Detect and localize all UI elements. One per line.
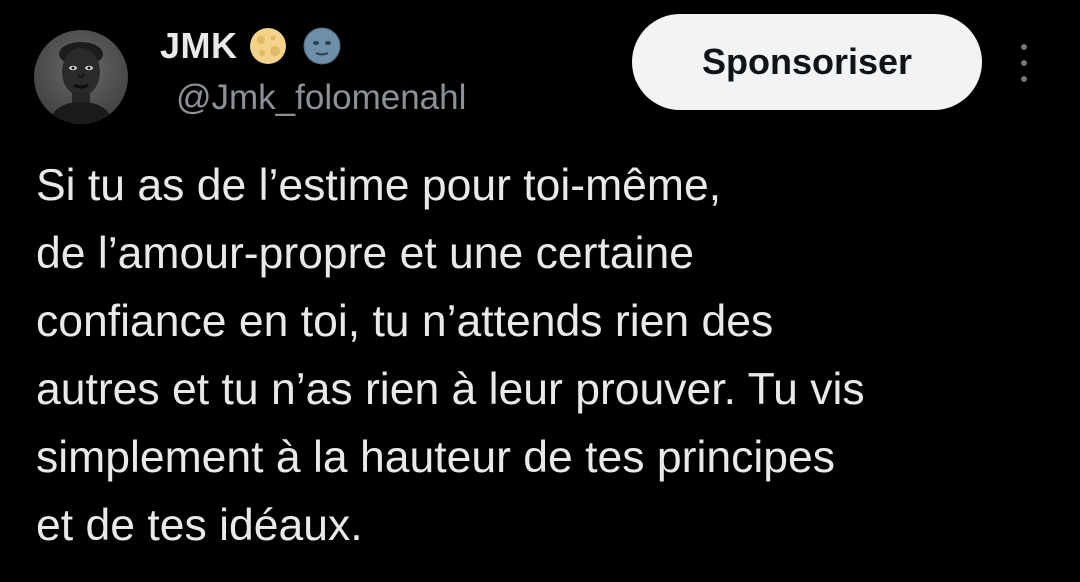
avatar-portrait-icon [48, 42, 114, 124]
tweet-text-line: autres et tu n’as rien à leur prouver. T… [36, 365, 865, 414]
tweet-text-line: et de tes idéaux. [36, 501, 363, 550]
author-handle[interactable]: @Jmk_folomenahl [176, 78, 466, 118]
tweet-text-line: simplement à la hauteur de tes principes [36, 433, 835, 482]
tweet-text: Si tu as de l’estime pour toi-même, de l… [36, 152, 1066, 560]
tweet-text-line: confiance en toi, tu n’attends rien des [36, 297, 774, 346]
tweet-card: JMK @Jmk_folomenahl Sponsoriser Si tu as… [0, 0, 1080, 582]
more-dot [1021, 76, 1027, 82]
avatar[interactable] [34, 30, 128, 124]
more-dot [1021, 60, 1027, 66]
more-dot [1021, 44, 1027, 50]
author-name-row: JMK [160, 24, 342, 68]
more-vertical-icon[interactable] [1006, 40, 1042, 86]
new-moon-face-emoji-icon [302, 26, 342, 66]
tweet-text-line: Si tu as de l’estime pour toi-même, [36, 161, 722, 210]
sponsor-button[interactable]: Sponsoriser [632, 14, 982, 110]
display-name[interactable]: JMK [160, 25, 238, 67]
full-moon-emoji-icon [248, 26, 288, 66]
tweet-text-line: de l’amour-propre et une certaine [36, 229, 694, 278]
